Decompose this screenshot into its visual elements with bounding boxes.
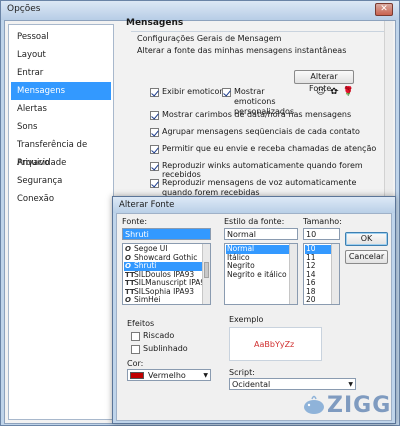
- strikethrough-checkbox[interactable]: [131, 332, 140, 341]
- show-emoticons-label: Exibir emoticons: [162, 87, 229, 96]
- window-title: Opções: [7, 4, 41, 14]
- nudges-label: Permitir que eu envie e receba chamadas …: [162, 144, 377, 153]
- watermark-text: ZIGG: [327, 393, 392, 418]
- font-item-name: SimHei: [134, 295, 161, 304]
- sidebar-item-privacidade[interactable]: Privacidade: [11, 154, 111, 172]
- dialog-title: Alterar Fonte: [119, 200, 175, 210]
- winks-label: Reproduzir winks automaticamente quando …: [162, 161, 363, 179]
- winks-checkbox[interactable]: [150, 162, 159, 171]
- dialog-body: Fonte: Shruti O Segoe UI O Showcard Gothic…: [116, 213, 392, 421]
- change-font-button[interactable]: Alterar Fonte...: [294, 70, 354, 93]
- group-messages-label: Agrupar mensagens seqüenciais de cada co…: [162, 127, 360, 136]
- color-value: Vermelho: [148, 371, 186, 380]
- size-list-scrollbar[interactable]: [331, 244, 339, 304]
- sample-label: Exemplo: [229, 315, 264, 324]
- style-label: Estilo da fonte:: [224, 217, 285, 226]
- font-list[interactable]: O Segoe UI O Showcard Gothic O Shruti TTSIL…: [122, 243, 211, 305]
- close-icon: ✕: [380, 4, 388, 14]
- sidebar-item-sons[interactable]: Sons: [11, 118, 111, 136]
- size-input[interactable]: 10: [303, 228, 340, 240]
- font-item-simhei[interactable]: O SimHei: [124, 295, 203, 304]
- group-messages-checkbox[interactable]: [150, 128, 159, 137]
- chevron-down-icon: ▼: [203, 372, 208, 379]
- style-list-scrollbar[interactable]: [289, 244, 297, 304]
- size-item[interactable]: 20: [305, 295, 332, 304]
- panel-scrollbar[interactable]: [384, 21, 393, 201]
- script-label: Script:: [229, 368, 255, 377]
- close-button[interactable]: ✕: [375, 3, 393, 16]
- opentype-icon: O: [125, 296, 131, 304]
- strikethrough-label: Riscado: [143, 331, 175, 340]
- sample-text: AaBbYyZz: [254, 340, 295, 349]
- timestamps-checkbox[interactable]: [150, 111, 159, 120]
- group-title: Configurações Gerais de Mensagem: [137, 34, 282, 43]
- dialog-title-bar[interactable]: Alterar Fonte: [113, 197, 395, 213]
- whale-logo-icon: [304, 395, 324, 414]
- underline-checkbox[interactable]: [131, 345, 140, 354]
- font-input[interactable]: Shruti: [122, 228, 211, 240]
- zigg-watermark: ZIGG: [303, 388, 393, 420]
- change-font-dialog: Alterar Fonte Fonte: Shruti O Segoe UI OS…: [112, 196, 396, 424]
- truetype-icon: TT: [125, 287, 135, 296]
- scroll-thumb[interactable]: [204, 262, 209, 278]
- effects-label: Efeitos: [127, 319, 155, 328]
- size-list[interactable]: 10 11 12 14 16 18 20: [303, 243, 340, 305]
- color-swatch: [130, 372, 144, 379]
- style-input[interactable]: Normal: [224, 228, 298, 240]
- cancel-button[interactable]: Cancelar: [345, 250, 388, 264]
- color-select[interactable]: Vermelho ▼: [127, 369, 211, 381]
- sidebar-item-seguranca[interactable]: Segurança: [11, 172, 111, 190]
- category-sidebar: Pessoal Layout Entrar Mensagens Alertas …: [8, 24, 114, 420]
- color-label: Cor:: [127, 359, 144, 368]
- sidebar-item-entrar[interactable]: Entrar: [11, 64, 111, 82]
- sidebar-item-transferencia[interactable]: Transferência de Arquivo: [11, 136, 111, 168]
- voice-clips-checkbox[interactable]: [150, 179, 159, 188]
- truetype-icon: TT: [125, 279, 135, 287]
- show-emoticons-checkbox[interactable]: [150, 88, 159, 97]
- opentype-icon: O: [125, 245, 131, 253]
- sidebar-item-layout[interactable]: Layout: [11, 46, 111, 64]
- font-list-scrollbar[interactable]: [202, 244, 210, 304]
- opentype-icon: O: [125, 262, 131, 270]
- divider: [131, 31, 389, 32]
- style-item-bold-italic[interactable]: Negrito e itálico: [226, 270, 290, 280]
- timestamps-label: Mostrar carimbos de data/hora nas mensag…: [162, 110, 352, 119]
- ok-button[interactable]: OK: [345, 232, 388, 246]
- font-description: Alterar a fonte das minhas mensagens ins…: [137, 46, 347, 55]
- sidebar-item-pessoal[interactable]: Pessoal: [11, 28, 111, 46]
- opentype-icon: O: [125, 253, 131, 262]
- size-label: Tamanho:: [303, 217, 342, 226]
- emoticon-preview: 😉 ✿ 🌹: [316, 87, 355, 97]
- sidebar-item-conexao[interactable]: Conexão: [11, 190, 111, 208]
- page-title: Mensagens: [126, 18, 184, 28]
- sidebar-item-alertas[interactable]: Alertas: [11, 100, 111, 118]
- sidebar-item-mensagens[interactable]: Mensagens: [11, 82, 111, 100]
- custom-emoticons-checkbox[interactable]: [222, 88, 231, 97]
- title-bar[interactable]: Opções ✕: [1, 1, 399, 20]
- nudges-checkbox[interactable]: [150, 145, 159, 154]
- truetype-icon: TT: [125, 270, 135, 279]
- sample-preview: AaBbYyZz: [229, 327, 322, 361]
- font-label: Fonte:: [122, 217, 148, 226]
- script-value: Ocidental: [232, 380, 271, 389]
- underline-label: Sublinhado: [143, 344, 188, 353]
- voice-clips-label: Reproduzir mensagens de voz automaticame…: [162, 178, 357, 197]
- style-list[interactable]: Normal Itálico Negrito Negrito e itálico: [224, 243, 298, 305]
